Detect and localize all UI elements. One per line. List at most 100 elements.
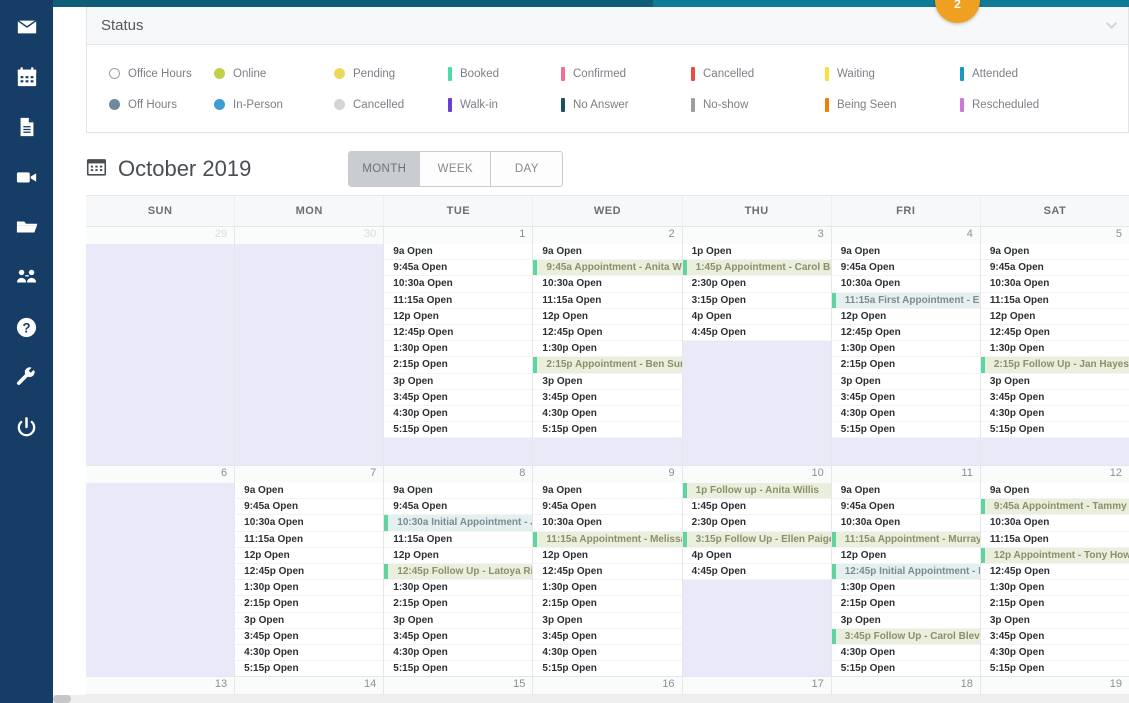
appointment-slot[interactable]: 12:45p Initial Appointment - M (832, 564, 980, 580)
open-slot[interactable]: 10:30a Open (981, 515, 1129, 531)
open-slot[interactable]: 9:45a Open (235, 499, 383, 515)
open-slot[interactable]: 2:15p Open (235, 596, 383, 612)
open-slot[interactable]: 9:45a Open (832, 499, 980, 515)
appointment-slot[interactable]: 1p Follow up - Anita Willis (683, 483, 831, 499)
open-slot[interactable]: 3:45p Open (384, 390, 532, 406)
open-slot[interactable]: 12:45p Open (832, 325, 980, 341)
open-slot[interactable]: 10:30a Open (533, 515, 681, 531)
open-slot[interactable]: 1:45p Open (683, 499, 831, 515)
appointment-slot[interactable]: 12:45p Follow Up - Latoya Ritz (384, 564, 532, 580)
open-slot[interactable]: 9a Open (981, 483, 1129, 499)
open-slot[interactable]: 3p Open (981, 613, 1129, 629)
view-button-week[interactable]: WEEK (420, 152, 491, 186)
open-slot[interactable]: 4:30p Open (384, 406, 532, 422)
sidebar-item-settings[interactable] (0, 352, 53, 402)
calendar-day-cell[interactable]: 49a Open9:45a Open10:30a Open11:15a Firs… (832, 227, 981, 465)
open-slot[interactable]: 3p Open (235, 613, 383, 629)
calendar-day-cell[interactable]: 6 (86, 466, 235, 676)
open-slot[interactable]: 2:15p Open (384, 357, 532, 373)
open-slot[interactable]: 1:30p Open (981, 341, 1129, 357)
appointment-slot[interactable]: 2:15p Appointment - Ben Sure (533, 357, 681, 373)
open-slot[interactable]: 3:45p Open (832, 390, 980, 406)
open-slot[interactable]: 5:15p Open (384, 422, 532, 438)
open-slot[interactable]: 2:15p Open (384, 596, 532, 612)
open-slot[interactable]: 4p Open (683, 548, 831, 564)
open-slot[interactable]: 1:30p Open (533, 341, 681, 357)
open-slot[interactable]: 4:30p Open (981, 406, 1129, 422)
appointment-slot[interactable]: 1:45p Appointment - Carol Ble (683, 260, 831, 276)
legend-item-walk-in[interactable]: Walk-in (448, 98, 561, 112)
calendar-day-cell[interactable]: 29 (86, 227, 235, 465)
legend-item-no-answer[interactable]: No Answer (561, 98, 691, 112)
legend-item-in-person[interactable]: In-Person (214, 99, 334, 111)
open-slot[interactable]: 12p Open (384, 309, 532, 325)
open-slot[interactable]: 2:30p Open (683, 276, 831, 292)
legend-item-waiting[interactable]: Waiting (825, 67, 960, 81)
open-slot[interactable]: 11:15a Open (384, 532, 532, 548)
open-slot[interactable]: 11:15a Open (981, 532, 1129, 548)
open-slot[interactable]: 5:15p Open (832, 661, 980, 676)
open-slot[interactable]: 2:15p Open (832, 596, 980, 612)
open-slot[interactable]: 3:45p Open (981, 390, 1129, 406)
calendar-day-cell[interactable]: 101p Follow up - Anita Willis1:45p Open2… (683, 466, 832, 676)
open-slot[interactable]: 11:15a Open (533, 293, 681, 309)
legend-item-rescheduled[interactable]: Rescheduled (960, 98, 1080, 112)
open-slot[interactable]: 9a Open (533, 483, 681, 499)
open-slot[interactable]: 11:15a Open (384, 293, 532, 309)
open-slot[interactable]: 4:45p Open (683, 325, 831, 341)
open-slot[interactable]: 11:15a Open (981, 293, 1129, 309)
open-slot[interactable]: 3:45p Open (384, 629, 532, 645)
open-slot[interactable]: 9:45a Open (384, 499, 532, 515)
horizontal-scrollbar-thumb[interactable] (53, 695, 71, 703)
open-slot[interactable]: 9a Open (384, 244, 532, 260)
open-slot[interactable]: 12p Open (832, 309, 980, 325)
calendar-day-cell[interactable]: 129a Open9:45a Appointment - Tammy E10:3… (981, 466, 1129, 676)
sidebar-item-help[interactable]: ? (0, 302, 53, 352)
open-slot[interactable]: 9:45a Open (832, 260, 980, 276)
open-slot[interactable]: 3p Open (384, 613, 532, 629)
open-slot[interactable]: 5:15p Open (533, 422, 681, 438)
open-slot[interactable]: 3p Open (384, 374, 532, 390)
open-slot[interactable]: 1:30p Open (832, 341, 980, 357)
view-button-day[interactable]: DAY (491, 152, 562, 186)
open-slot[interactable]: 10:30a Open (981, 276, 1129, 292)
open-slot[interactable]: 1:30p Open (981, 580, 1129, 596)
open-slot[interactable]: 11:15a Open (235, 532, 383, 548)
open-slot[interactable]: 5:15p Open (832, 422, 980, 438)
open-slot[interactable]: 9a Open (981, 244, 1129, 260)
appointment-slot[interactable]: 2:15p Follow Up - Jan Hayes (981, 357, 1129, 373)
legend-item-attended[interactable]: Attended (960, 67, 1080, 81)
calendar-day-cell[interactable]: 89a Open9:45a Open10:30a Initial Appoint… (384, 466, 533, 676)
open-slot[interactable]: 4p Open (683, 309, 831, 325)
appointment-slot[interactable]: 11:15a Appointment - Melissa (533, 532, 681, 548)
open-slot[interactable]: 2:30p Open (683, 515, 831, 531)
open-slot[interactable]: 10:30a Open (533, 276, 681, 292)
open-slot[interactable]: 9:45a Open (981, 260, 1129, 276)
open-slot[interactable]: 3p Open (832, 374, 980, 390)
sidebar-item-mail[interactable] (0, 2, 53, 52)
open-slot[interactable]: 1:30p Open (384, 341, 532, 357)
appointment-slot[interactable]: 3:15p Follow Up - Ellen Paige (683, 532, 831, 548)
open-slot[interactable]: 4:45p Open (683, 564, 831, 580)
calendar-day-cell[interactable]: 59a Open9:45a Open10:30a Open11:15a Open… (981, 227, 1129, 465)
appointment-slot[interactable]: 11:15a Appointment - Murray P (832, 532, 980, 548)
appointment-slot[interactable]: 12p Appointment - Tony Howe (981, 548, 1129, 564)
legend-item-cancelled[interactable]: Cancelled (691, 67, 825, 81)
open-slot[interactable]: 10:30a Open (832, 276, 980, 292)
open-slot[interactable]: 3p Open (533, 374, 681, 390)
sidebar-item-logout[interactable] (0, 402, 53, 452)
horizontal-scrollbar[interactable] (53, 695, 1129, 703)
open-slot[interactable]: 10:30a Open (384, 276, 532, 292)
appointment-slot[interactable]: 9:45a Appointment - Tammy E (981, 499, 1129, 515)
open-slot[interactable]: 12p Open (384, 548, 532, 564)
open-slot[interactable]: 5:15p Open (235, 661, 383, 676)
legend-item-no-show[interactable]: No-show (691, 98, 825, 112)
open-slot[interactable]: 4:30p Open (384, 645, 532, 661)
open-slot[interactable]: 4:30p Open (981, 645, 1129, 661)
calendar-day-cell[interactable]: 99a Open9:45a Open10:30a Open11:15a Appo… (533, 466, 682, 676)
appointment-slot[interactable]: 10:30a Initial Appointment - Jo (384, 515, 532, 531)
appointment-slot[interactable]: 9:45a Appointment - Anita Will (533, 260, 681, 276)
open-slot[interactable]: 12:45p Open (384, 325, 532, 341)
open-slot[interactable]: 2:15p Open (832, 357, 980, 373)
legend-item-cancelled[interactable]: Cancelled (334, 99, 448, 111)
